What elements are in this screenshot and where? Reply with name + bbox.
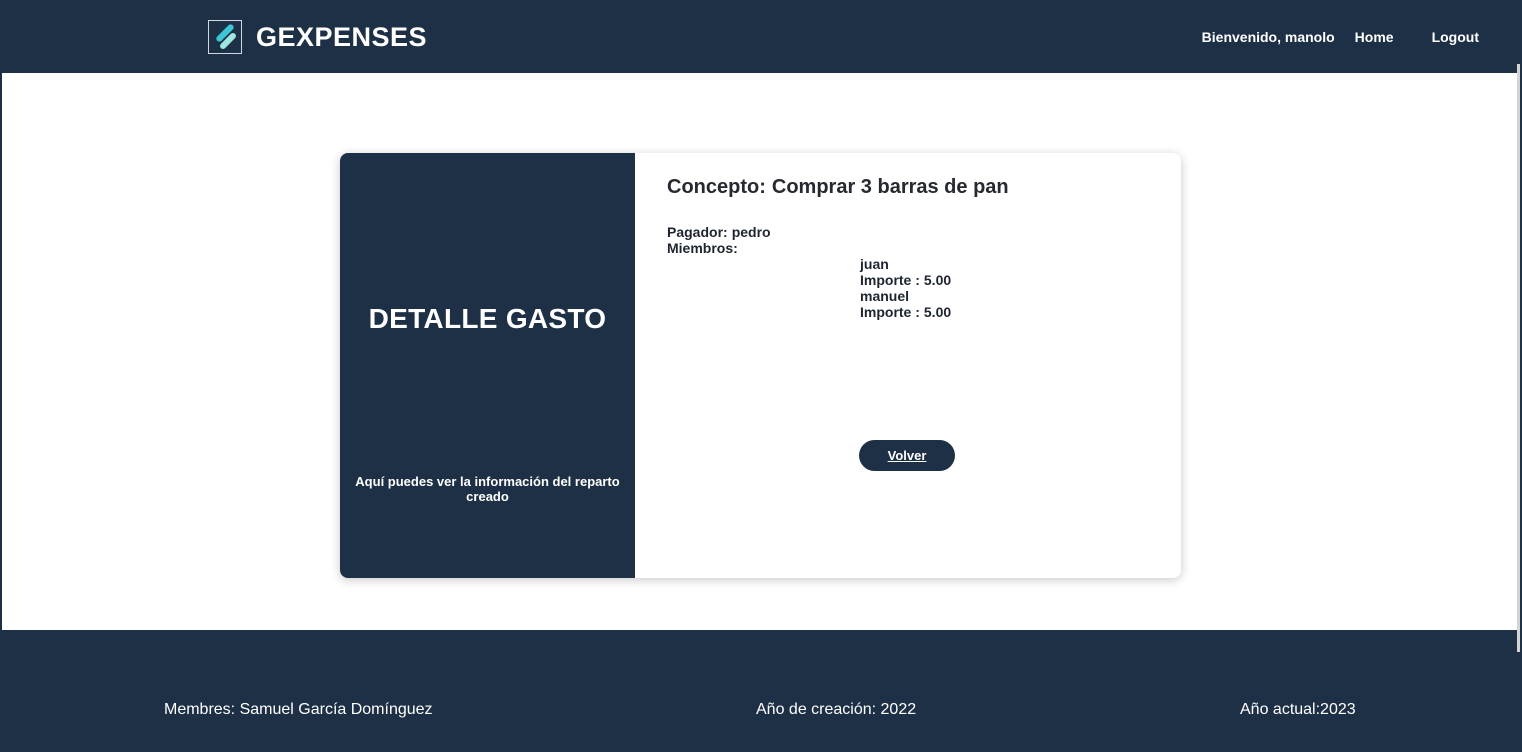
scrollbar[interactable] bbox=[1517, 64, 1520, 652]
back-button[interactable]: Volver bbox=[859, 440, 955, 471]
member-item: manuel Importe :5.00 bbox=[860, 288, 951, 320]
member-amount: Importe :5.00 bbox=[860, 272, 951, 288]
member-item: juan Importe :5.00 bbox=[860, 256, 951, 288]
card-detail-panel: Concepto: Comprar 3 barras de pan Pagador… bbox=[635, 153, 1181, 578]
expense-info: Pagador: pedro Miembros: bbox=[667, 224, 771, 256]
card-subtitle: Aquí puedes ver la información del repar… bbox=[355, 474, 620, 504]
member-name: manuel bbox=[860, 288, 910, 304]
payer-value: pedro bbox=[731, 224, 771, 240]
payer-label: Pagador: bbox=[667, 224, 728, 240]
footer-current-year: Año actual:2023 bbox=[1240, 701, 1356, 718]
member-name: juan bbox=[860, 256, 889, 272]
concept-value: Comprar 3 barras de pan bbox=[771, 176, 1009, 198]
amount-value: 5.00 bbox=[923, 304, 952, 320]
amount-label: Importe : bbox=[860, 304, 920, 320]
top-navbar: GEXPENSES Bienvenido, manolo Home Logout bbox=[1, 1, 1519, 73]
footer: Membres: Samuel García Domínguez Año de … bbox=[1, 630, 1519, 751]
members-list: juan Importe :5.00 manuel Importe :5.00 bbox=[860, 256, 951, 320]
member-amount: Importe :5.00 bbox=[860, 304, 951, 320]
concept-heading: Concepto: Comprar 3 barras de pan bbox=[667, 176, 1009, 199]
expense-detail-card: DETALLE GASTO Aquí puedes ver la informa… bbox=[340, 153, 1181, 578]
members-label: Miembros: bbox=[667, 240, 738, 256]
concept-label: Concepto: bbox=[667, 176, 766, 198]
card-side-panel: DETALLE GASTO Aquí puedes ver la informa… bbox=[340, 153, 635, 578]
nav-menu: Bienvenido, manolo Home Logout bbox=[1202, 29, 1479, 45]
amount-value: 5.00 bbox=[923, 272, 952, 288]
amount-label: Importe : bbox=[860, 272, 920, 288]
nav-logout-link[interactable]: Logout bbox=[1432, 29, 1479, 45]
welcome-text: Bienvenido, manolo bbox=[1201, 29, 1335, 45]
nav-home-link[interactable]: Home bbox=[1355, 29, 1394, 45]
card-title: DETALLE GASTO bbox=[368, 303, 607, 334]
footer-created-year: Año de creación: 2022 bbox=[756, 701, 917, 718]
main-content: DETALLE GASTO Aquí puedes ver la informa… bbox=[2, 73, 1518, 630]
brand-name[interactable]: GEXPENSES bbox=[256, 21, 427, 53]
footer-members: Membres: Samuel García Domínguez bbox=[164, 701, 433, 718]
logo-icon[interactable] bbox=[208, 20, 242, 54]
payer-row: Pagador: pedro bbox=[667, 224, 771, 240]
app-window: GEXPENSES Bienvenido, manolo Home Logout… bbox=[1, 1, 1519, 751]
